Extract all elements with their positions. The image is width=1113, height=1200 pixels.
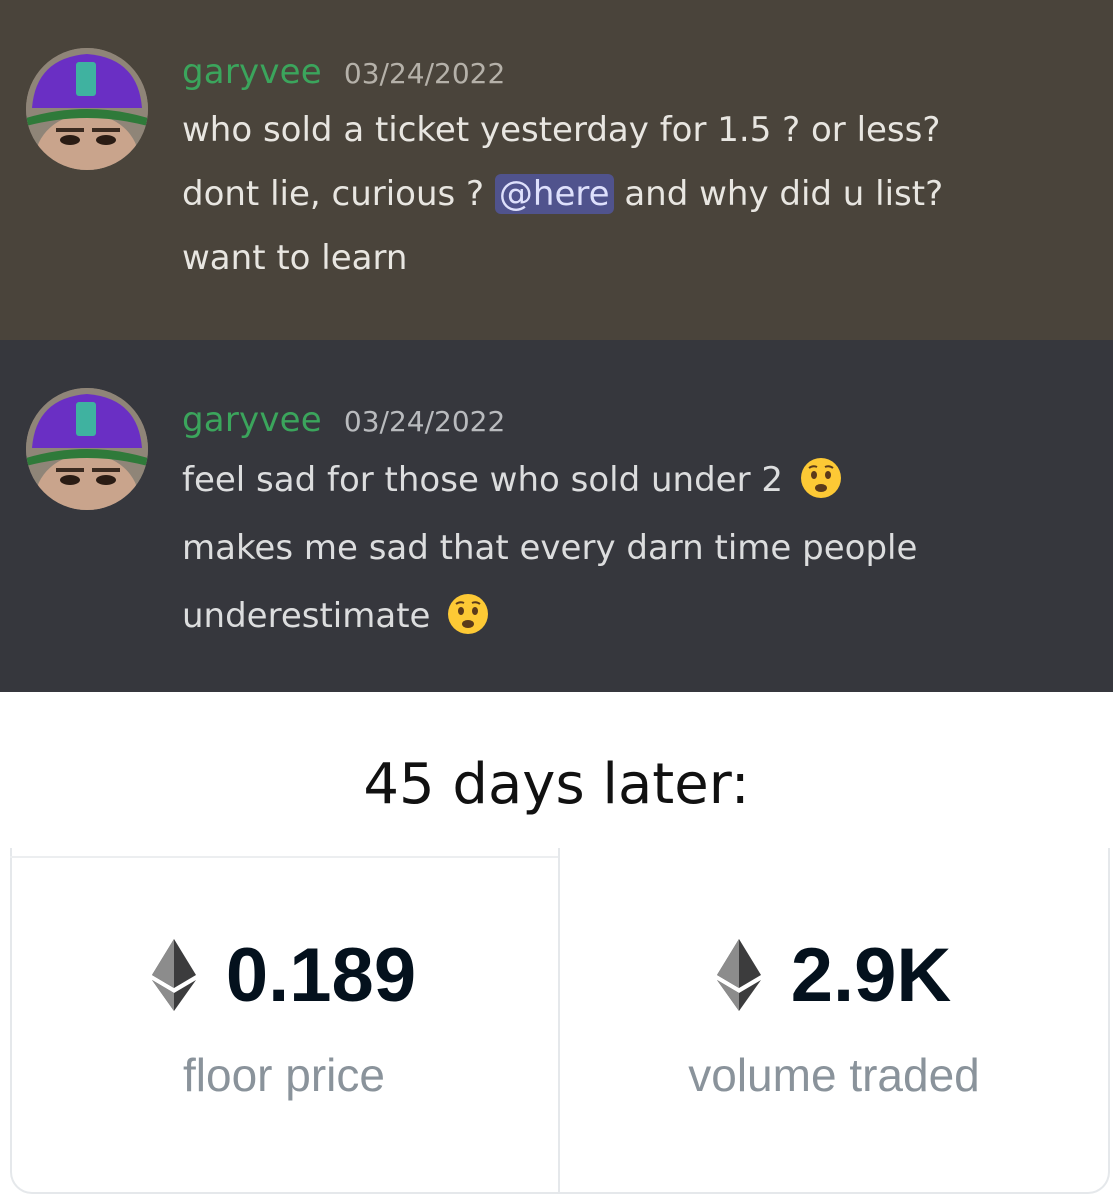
stat-value-row: 0.189	[10, 920, 558, 1030]
user-avatar[interactable]	[26, 388, 148, 510]
mention-here[interactable]: @here	[494, 174, 614, 214]
username[interactable]: garyvee	[182, 52, 322, 92]
message-text-line: want to learn	[182, 238, 408, 278]
message-text-line: who sold a ticket yesterday for 1.5 ? or…	[182, 110, 941, 150]
chat-message-2: garyvee 03/24/2022 feel sad for those wh…	[0, 340, 1113, 692]
volume-traded-value: 2.9K	[790, 932, 952, 1018]
ethereum-icon	[151, 939, 196, 1011]
chat-message-1: garyvee 03/24/2022 who sold a ticket yes…	[0, 0, 1113, 340]
message-content: garyvee 03/24/2022 feel sad for those wh…	[182, 400, 1073, 650]
ethereum-icon	[716, 939, 761, 1011]
message-text: underestimate	[182, 596, 431, 636]
message-text-line: feel sad for those who sold under 2	[182, 446, 1073, 514]
message-text: feel sad for those who sold under 2	[182, 460, 784, 500]
message-text: dont lie, curious ?	[182, 174, 495, 214]
message-text-line: dont lie, curious ? @here and why did u …	[182, 162, 1073, 226]
message-header: garyvee 03/24/2022	[182, 400, 1073, 446]
frowning-face-icon	[448, 594, 489, 634]
floor-price-value: 0.189	[225, 932, 417, 1018]
stats-top-border	[10, 848, 558, 858]
timestamp: 03/24/2022	[343, 57, 506, 90]
caption: 45 days later:	[363, 752, 750, 817]
username[interactable]: garyvee	[182, 400, 322, 440]
volume-traded-stat[interactable]: 2.9K volume traded	[560, 920, 1108, 1102]
message-text-line: makes me sad that every darn time people	[182, 528, 918, 568]
message-text: and why did u list?	[613, 174, 944, 214]
floor-price-stat[interactable]: 0.189 floor price	[10, 920, 558, 1102]
volume-traded-label: volume traded	[688, 1049, 980, 1101]
user-avatar[interactable]	[26, 48, 148, 170]
message-text-line: underestimate	[182, 582, 1073, 650]
stat-value-row: 2.9K	[560, 920, 1108, 1030]
message-header: garyvee 03/24/2022	[182, 52, 1073, 98]
timestamp: 03/24/2022	[343, 405, 506, 438]
message-content: garyvee 03/24/2022 who sold a ticket yes…	[182, 52, 1073, 290]
floor-price-label: floor price	[183, 1049, 385, 1101]
frowning-face-icon	[800, 458, 841, 498]
